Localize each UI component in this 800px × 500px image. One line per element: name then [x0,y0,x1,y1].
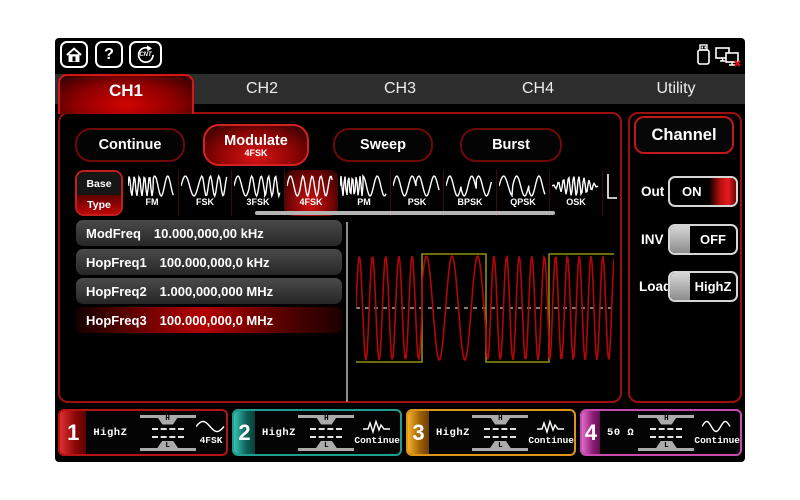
channel-mode: Continue [694,435,740,446]
param-row-hopfreq2[interactable]: HopFreq2 1.000,000,000 MHz [76,278,342,304]
channel-number-badge: 1 [60,411,86,454]
waveform-preview [356,253,614,365]
channel-mode: Continue [528,435,574,446]
param-row-hopfreq1[interactable]: HopFreq1 100.000,000,0 kHz [76,249,342,275]
wave-type-osk[interactable]: OSK [550,170,603,216]
status-channel-2[interactable]: 2 HighZ H L Continue [232,409,402,456]
modulate-mode-button[interactable]: Modulate 4FSK [203,124,309,166]
pulse-waveform-icon-partial [605,172,619,202]
modulation-panel: Continue Modulate 4FSK Sweep Burst Base … [58,112,622,403]
osk-waveform-icon [552,173,600,199]
arb-icon [362,419,392,434]
generator-screen: ? CNT CH2 CH3 CH4 Utility CH1 Continue [55,38,745,462]
counter-button[interactable]: CNT [129,41,162,68]
wave-type-fm[interactable]: FM [126,170,179,216]
invert-toggle[interactable]: OFF [668,224,738,255]
tab-utility[interactable]: Utility [607,74,745,104]
tab-ch3[interactable]: CH3 [331,74,469,104]
high-low-indicator: H L [139,415,196,451]
wave-type-fsk[interactable]: FSK [179,170,232,216]
continue-mode-button[interactable]: Continue [75,128,185,162]
channel-number-badge: 4 [582,411,600,454]
load-value: HighZ [436,427,472,439]
toggle-on-stripe [710,178,736,205]
high-low-indicator: H L [638,415,694,451]
wave-type-qpsk[interactable]: QPSK [497,170,550,216]
4fsk-waveform-icon [287,173,335,199]
sine-icon [196,419,226,434]
base-type-button[interactable]: Base Type [75,170,123,216]
load-label: Load [639,279,671,294]
help-icon: ? [104,46,114,64]
output-toggle[interactable]: ON [668,176,738,207]
wave-type-4fsk[interactable]: 4FSK [285,170,338,216]
wave-type-bpsk[interactable]: BPSK [444,170,497,216]
load-value: HighZ [262,427,298,439]
status-channel-4[interactable]: 4 50 Ω H L Continue [580,409,742,456]
burst-mode-button[interactable]: Burst [460,128,562,162]
counter-label: CNT [139,52,151,58]
tab-ch4[interactable]: CH4 [469,74,607,104]
tab-ch1-label: CH1 [109,81,143,100]
fm-waveform-icon [128,173,176,199]
wave-type-pm[interactable]: PM [338,170,391,216]
tab-ch1[interactable]: CH1 [58,74,194,114]
channel-mode: 4FSK [200,435,223,446]
status-channel-1[interactable]: 1 HighZ H L 4FSK [58,409,228,456]
channel-panel-title: Channel [634,116,734,154]
arb-icon [536,419,566,434]
channel-mode: Continue [354,435,400,446]
channel-number-badge: 3 [408,411,429,454]
usb-drive-icon [696,43,711,67]
param-row-modfreq[interactable]: ModFreq 10.000,000,00 kHz [76,220,342,246]
high-low-indicator: H L [298,415,354,451]
tab-ch2[interactable]: CH2 [193,74,331,104]
load-toggle[interactable]: HighZ [668,271,738,302]
channel-number-badge: 2 [234,411,255,454]
param-row-hopfreq3[interactable]: HopFreq3 100.000,000,0 MHz [76,307,342,333]
channel-panel: Channel Out ON INV OFF Load HighZ [628,112,742,403]
wave-type-psk[interactable]: PSK [391,170,444,216]
load-value: HighZ [93,427,139,439]
psk-waveform-icon [393,173,441,199]
fsk-waveform-icon [181,173,229,199]
status-channel-3[interactable]: 3 HighZ H L Continue [406,409,576,456]
wave-type-3fsk[interactable]: 3FSK [232,170,285,216]
pm-waveform-icon [340,173,388,199]
3fsk-waveform-icon [234,173,282,199]
high-low-indicator: H L [472,415,528,451]
load-value: 50 Ω [607,427,638,439]
toggle-handle [670,226,690,253]
inv-label: INV [641,232,664,247]
wave-icon [702,419,732,434]
sweep-mode-button[interactable]: Sweep [333,128,433,162]
home-button[interactable] [60,41,88,68]
lan-disconnected-icon [714,46,742,68]
help-button[interactable]: ? [95,41,123,68]
out-label: Out [641,184,664,199]
wave-type-scrollbar[interactable] [255,211,555,215]
home-icon [65,46,83,64]
bpsk-waveform-icon [446,173,494,199]
toggle-handle [670,273,690,300]
qpsk-waveform-icon [499,173,547,199]
modulate-sublabel: 4FSK [244,148,267,158]
panel-divider [346,222,348,402]
